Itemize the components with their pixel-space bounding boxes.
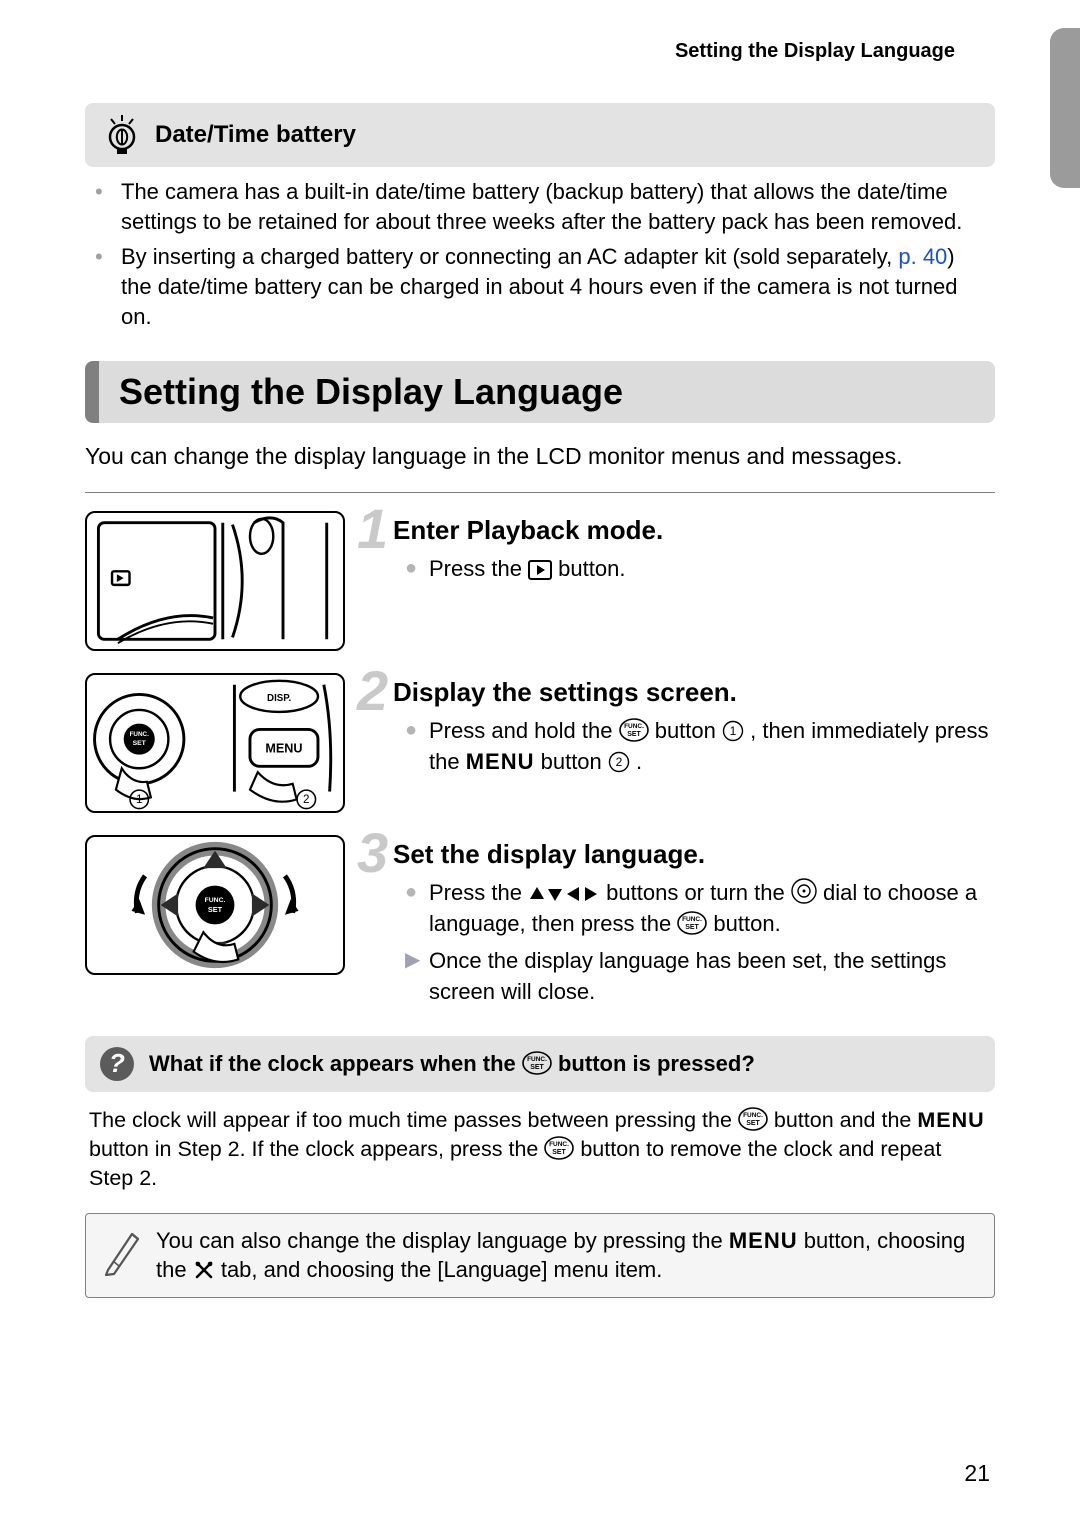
list-item: • The camera has a built-in date/time ba… (95, 177, 991, 236)
direction-arrows-icon (528, 884, 600, 904)
svg-text:SET: SET (208, 905, 223, 914)
text: Press and hold the (429, 718, 619, 743)
text: Press the (429, 880, 528, 905)
instruction-line: ● Press the button. (405, 554, 995, 585)
text: buttons or turn the (606, 880, 791, 905)
bullet-dot: • (95, 242, 121, 331)
text: button (541, 749, 608, 774)
text: . (636, 749, 642, 774)
func-set-icon (544, 1136, 574, 1160)
triangle-bullet-icon: ▶ (405, 946, 429, 1008)
question-body: The clock will appear if too much time p… (89, 1106, 991, 1193)
page-number: 21 (964, 1460, 990, 1487)
circle-bullet-icon: ● (405, 716, 429, 778)
text: The clock will appear if too much time p… (89, 1108, 738, 1132)
svg-text:FUNC.: FUNC. (205, 898, 226, 905)
step-title: Display the settings screen. (393, 677, 995, 708)
instruction-line: ▶ Once the display language has been set… (405, 946, 995, 1008)
text: What if the clock appears when the (149, 1051, 522, 1076)
func-set-icon (677, 911, 707, 935)
step-illustration: FUNC. SET 1 DISP. MENU 2 (85, 673, 345, 813)
text: You can also change the display language… (156, 1228, 729, 1253)
circle-bullet-icon: ● (405, 878, 429, 940)
svg-text:1: 1 (136, 794, 142, 807)
func-set-icon (522, 1051, 552, 1075)
text: button is pressed? (558, 1051, 755, 1076)
playback-icon (528, 560, 552, 580)
manual-page: Setting the Display Language Date/Time b… (0, 0, 1080, 1521)
section-intro: You can change the display language in t… (85, 441, 995, 472)
running-head: Setting the Display Language (85, 40, 995, 63)
pencil-icon (102, 1226, 140, 1276)
list-item: • By inserting a charged battery or conn… (95, 242, 991, 331)
func-set-icon (619, 718, 649, 742)
svg-text:DISP.: DISP. (267, 694, 291, 705)
step-illustration: FUNC. SET DISP. (85, 835, 345, 975)
side-tab (1050, 28, 1080, 188)
text: button. (558, 556, 625, 581)
note-box: You can also change the display language… (85, 1213, 995, 1298)
step-block: FUNC. SET 1 DISP. MENU 2 2 (85, 673, 995, 813)
text: button in Step 2. If the clock appears, … (89, 1137, 544, 1161)
tip-bullet-list: • The camera has a built-in date/time ba… (85, 177, 995, 331)
text: Once the display language has been set, … (429, 946, 995, 1008)
page-reference-link[interactable]: p. 40 (898, 244, 947, 269)
lightbulb-icon (105, 113, 139, 157)
text: Press the (429, 556, 528, 581)
step-number: 1 (357, 501, 388, 557)
question-banner: What if the clock appears when the butto… (85, 1036, 995, 1092)
instruction-line: ● Press the buttons or turn the dial to … (405, 878, 995, 940)
circled-two-icon (608, 751, 630, 773)
text: button and the (774, 1108, 917, 1132)
step-title: Enter Playback mode. (393, 515, 995, 546)
question-title: What if the clock appears when the butto… (149, 1051, 755, 1077)
svg-text:2: 2 (303, 794, 309, 807)
svg-text:MENU: MENU (265, 742, 302, 756)
tip-title: Date/Time battery (155, 121, 356, 149)
bullet-dot: • (95, 177, 121, 236)
menu-label: MENU (729, 1228, 798, 1253)
step-block: FUNC. SET DISP. 3 Set the display langua… (85, 835, 995, 1013)
note-text: You can also change the display language… (156, 1226, 978, 1285)
tools-tab-icon (193, 1259, 215, 1281)
step-body: 3 Set the display language. ● Press the … (365, 835, 995, 1013)
section-heading: Setting the Display Language (85, 361, 995, 423)
menu-label: MENU (917, 1108, 984, 1132)
question-mark-icon (99, 1046, 135, 1082)
menu-label: MENU (466, 749, 535, 774)
tip-banner: Date/Time battery (85, 103, 995, 167)
list-item-text: By inserting a charged battery or connec… (121, 242, 991, 331)
step-number: 3 (357, 825, 388, 881)
text: button (655, 718, 722, 743)
step-block: 1 Enter Playback mode. ● Press the butto… (85, 511, 995, 651)
text: tab, and choosing the [Language] menu it… (221, 1257, 663, 1282)
step-body: 2 Display the settings screen. ● Press a… (365, 673, 995, 784)
circle-bullet-icon: ● (405, 554, 429, 585)
svg-text:FUNC.: FUNC. (130, 732, 149, 739)
step-title: Set the display language. (393, 839, 995, 870)
divider (85, 492, 995, 493)
func-set-icon (738, 1107, 768, 1131)
text: button. (713, 911, 780, 936)
step-body: 1 Enter Playback mode. ● Press the butto… (365, 511, 995, 591)
list-item-text: The camera has a built-in date/time batt… (121, 177, 991, 236)
circled-one-icon (722, 720, 744, 742)
text: By inserting a charged battery or connec… (121, 244, 898, 269)
instruction-line: ● Press and hold the button , then immed… (405, 716, 995, 778)
step-illustration (85, 511, 345, 651)
control-dial-icon (791, 878, 817, 904)
svg-text:SET: SET (133, 740, 147, 747)
step-number: 2 (357, 663, 388, 719)
